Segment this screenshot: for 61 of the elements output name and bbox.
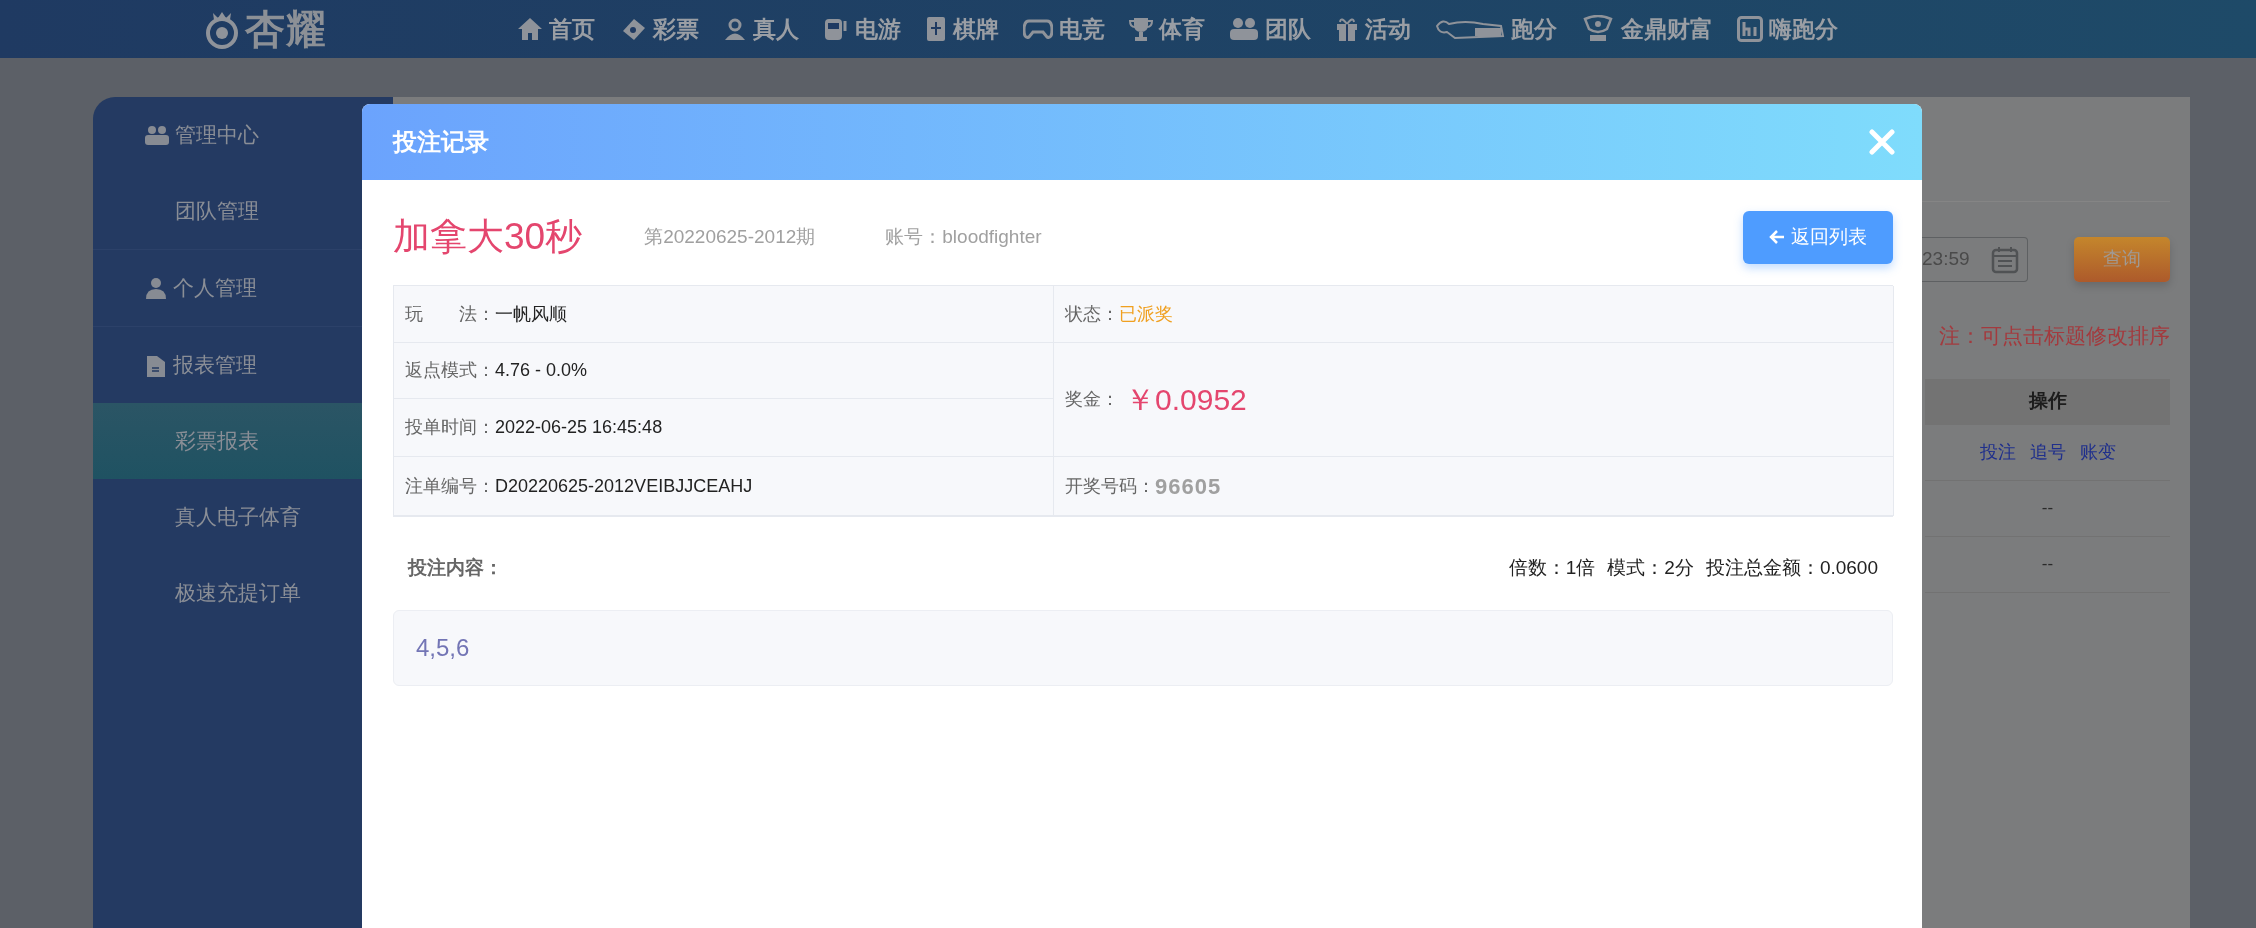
calendar-icon (1991, 245, 2019, 274)
field-label: 状态： (1065, 302, 1119, 326)
table-link[interactable]: 投注 (1979, 438, 2016, 466)
account-text: 账号：bloodfighter (885, 224, 1042, 249)
field-label: 奖金： (1065, 388, 1119, 411)
column-header: 操作 (2028, 389, 2067, 414)
user-icon (145, 277, 167, 299)
slot-machine-icon (823, 17, 849, 41)
nav-link[interactable]: 活动 (1323, 11, 1423, 47)
sidebar-heading: 报表管理 (173, 352, 257, 379)
table-link[interactable]: 账变 (2079, 438, 2116, 466)
trophy-icon (1129, 16, 1153, 42)
modal-title: 投注记录 (393, 127, 489, 157)
people-icon (1229, 17, 1259, 41)
person-icon (723, 17, 747, 41)
table-cell-text: -- (2041, 553, 2054, 576)
field-value: 已派奖 (1119, 302, 1173, 326)
logo-text: 杏耀 (245, 9, 327, 49)
table-link[interactable]: 追号 (2029, 438, 2066, 466)
field-label: 返点模式： (405, 359, 495, 382)
field-value: ￥0.0952 (1125, 382, 1247, 418)
bet-summary: 模式：2分 (1607, 555, 1694, 580)
card-icon (925, 16, 947, 42)
field-value: D20220625-2012VEIBJJCEAHJ (495, 474, 753, 498)
nav-link[interactable]: 电竞 (1011, 11, 1117, 47)
field-value: 一帆风顺 (495, 302, 567, 326)
arrow-left-icon (1769, 229, 1785, 245)
field-label: 注单编号： (405, 474, 495, 498)
field-label: 开奖号码： (1065, 474, 1155, 498)
bet-numbers: 4,5,6 (416, 633, 470, 663)
lottery-name: 加拿大30秒 (393, 215, 583, 260)
nav-link[interactable]: 首页 (505, 11, 607, 47)
nav-link[interactable]: 团队 (1217, 11, 1323, 47)
square-icon (1737, 16, 1763, 42)
gift-icon (1335, 16, 1359, 42)
sort-note: 注：可点击标题修改排序 (1939, 323, 2170, 349)
nav-link[interactable]: 体育 (1117, 11, 1217, 47)
nav-link[interactable]: 跑分 (1423, 11, 1569, 47)
close-icon[interactable] (1869, 129, 1895, 155)
sidebar-heading: 个人管理 (173, 275, 257, 302)
gamepad-icon (1023, 18, 1053, 40)
nav-link[interactable]: 棋牌 (913, 11, 1011, 47)
house-icon (517, 17, 543, 41)
nav-link[interactable]: 电游 (811, 11, 913, 47)
nav-link[interactable]: 真人 (711, 11, 811, 47)
nav-link[interactable]: 金鼎财富 (1569, 11, 1725, 47)
sidebar-heading: 管理中心 (175, 122, 259, 149)
field-value: 2022-06-25 16:45:48 (495, 416, 663, 439)
content-label: 投注内容： (408, 555, 503, 580)
field-value: 4.76 - 0.0% (495, 359, 588, 382)
period-number: 第20220625-2012期 (644, 224, 816, 249)
nav-link[interactable]: 彩票 (607, 11, 711, 47)
bet-summary: 倍数：1倍 (1508, 555, 1596, 580)
back-button[interactable]: 返回列表 (1743, 210, 1893, 264)
field-label: 投单时间： (405, 416, 495, 439)
field-value: 96605 (1155, 472, 1222, 501)
table-cell-text: -- (2041, 497, 2054, 520)
nav-link[interactable]: 嗨跑分 (1725, 11, 1850, 47)
field-label: 玩 法： (405, 302, 495, 326)
users-icon (145, 125, 169, 145)
bet-summary: 投注总金额：0.0600 (1705, 555, 1878, 580)
